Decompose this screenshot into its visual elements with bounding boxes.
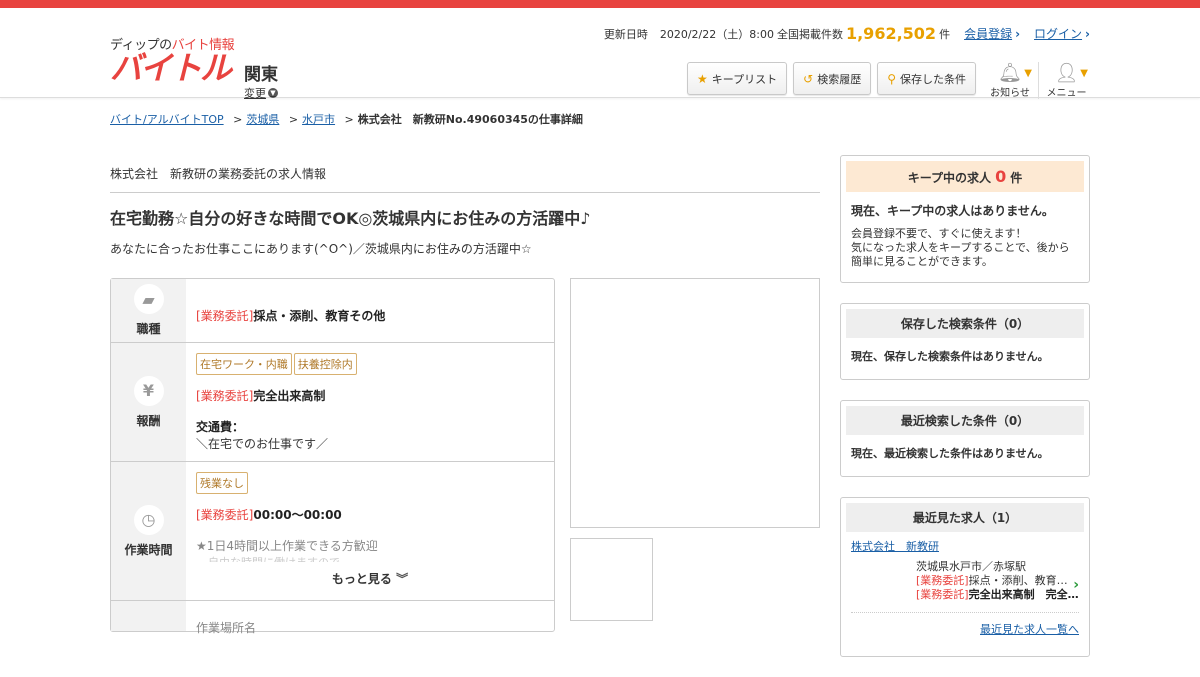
job-image-thumb[interactable]	[570, 538, 653, 621]
search-history-button[interactable]: ↺ 検索履歴	[793, 62, 872, 95]
top-accent-bar	[0, 0, 1200, 8]
recent-search-box: 最近検索した条件（0） 現在、最近検索した条件はありません。	[840, 400, 1090, 477]
star-icon: ★	[697, 71, 708, 86]
show-more-button[interactable]: もっと見る ︾	[196, 570, 544, 587]
region-change-link[interactable]: 変更 ▼	[244, 85, 278, 101]
double-chevron-down-icon: ︾	[396, 572, 409, 586]
notice-button[interactable]: 🔔︎ ▼ お知らせ	[982, 62, 1038, 99]
header-icons: 🔔︎ ▼ お知らせ 👤︎ ▼ メニュー	[982, 62, 1094, 99]
update-label: 更新日時	[603, 27, 648, 41]
job-info-table: ▰ 職種 [業務委託]採点・添削、教育その他 ¥ 報酬 在宅ワーク・内職 扶養控除内 …	[110, 278, 555, 635]
clock-icon: ◷	[133, 504, 164, 535]
row-place: 作業場所名	[111, 601, 554, 635]
keep-box: キープ中の求人 0 件 現在、キープ中の求人はありません。 会員登録不要で、すぐに使…	[840, 155, 1090, 283]
row-work-hours: ◷ 作業時間 残業なし [業務委託]00:00～00:00 ★1日4時間以上作業で…	[111, 462, 554, 601]
update-date: 2020/2/22（土）8:00	[659, 27, 774, 41]
sidebar: キープ中の求人 0 件 現在、キープ中の求人はありません。 会員登録不要で、すぐに使…	[840, 155, 1090, 677]
yen-icon: ¥	[133, 375, 164, 406]
saved-conditions-box: 保存した検索条件（0） 現在、保存した検索条件はありません。	[840, 303, 1090, 380]
chevron-down-icon: ▼	[1024, 68, 1032, 79]
tag-no-overtime: 残業なし	[196, 472, 248, 494]
recent-job-link[interactable]: 株式会社 新教研	[851, 540, 939, 553]
listing-count: 1,962,502	[845, 24, 937, 43]
register-link[interactable]: 会員登録	[964, 25, 1020, 42]
menu-button[interactable]: 👤︎ ▼ メニュー	[1038, 62, 1094, 99]
chevron-right-icon: ›	[1073, 577, 1079, 593]
recent-viewed-box: 最近見た求人（1） 株式会社 新教研 茨城県水戸市／赤塚駅 [業務委託]採点・添…	[840, 497, 1090, 657]
tag-dependent: 扶養控除内	[293, 353, 357, 375]
chevron-down-icon: ▼	[1080, 68, 1088, 79]
history-icon: ↺	[803, 71, 814, 86]
job-title: 在宅勤務☆自分の好きな時間でOK◎茨城県内にお住みの方活躍中♪	[110, 209, 591, 228]
saved-conditions-button[interactable]: ⚲ 保存した条件	[877, 62, 976, 95]
listing-label: 全国掲載件数	[776, 27, 843, 41]
region-selector: 関東 変更 ▼	[244, 60, 278, 101]
logo-wordmark: バイトル	[110, 49, 232, 87]
keep-list-button[interactable]: ★ キープリスト	[687, 62, 788, 95]
company-name: 株式会社 新教研の業務委託の求人情報	[110, 155, 820, 193]
breadcrumb-prefecture[interactable]: 茨城県	[246, 113, 279, 126]
breadcrumb-top[interactable]: バイト/アルバイトTOP	[110, 113, 224, 126]
site-header: ディップのバイト情報 バイトル 関東 変更 ▼ 更新日時 2020/2/22（土）…	[0, 8, 1200, 101]
job-subtitle: あなたに合ったお仕事ここにあります(^O^)／茨城県内にお住みの方活躍中☆	[110, 242, 532, 256]
chevron-down-icon: ▼	[268, 88, 278, 98]
header-buttons: ★ キープリスト ↺ 検索履歴 ⚲ 保存した条件	[687, 62, 976, 95]
header-info: 更新日時 2020/2/22（土）8:00 全国掲載件数 1,962,502 件…	[604, 24, 1090, 43]
listing-unit: 件	[939, 27, 951, 41]
breadcrumb: バイト/アルバイトTOP > 茨城県 > 水戸市 > 株式会社 新教研No.49060…	[110, 113, 583, 126]
job-detail: 株式会社 新教研の業務委託の求人情報 在宅勤務☆自分の好きな時間でOK◎茨城県内…	[110, 155, 820, 635]
breadcrumb-current: 株式会社 新教研No.49060345の仕事詳細	[357, 113, 583, 126]
job-image-main	[570, 278, 820, 528]
row-pay: ¥ 報酬 在宅ワーク・内職 扶養控除内 [業務委託]完全出来高制 交通費： ＼在宅で…	[111, 343, 554, 462]
tag-home-work: 在宅ワーク・内職	[196, 353, 292, 375]
region-name: 関東	[244, 65, 278, 85]
keep-count: 0	[995, 167, 1007, 186]
login-link[interactable]: ログイン	[1034, 25, 1090, 42]
search-icon: ⚲	[887, 71, 896, 86]
breadcrumb-city[interactable]: 水戸市	[302, 113, 335, 126]
briefcase-icon: ▰	[133, 284, 164, 314]
recent-job-item[interactable]: 茨城県水戸市／赤塚駅 [業務委託]採点・添削、教育… [業務委託]完全出来高制 …	[851, 560, 1079, 602]
row-job-type: ▰ 職種 [業務委託]採点・添削、教育その他	[111, 279, 554, 343]
site-logo[interactable]: ディップのバイト情報 バイトル	[110, 34, 235, 87]
